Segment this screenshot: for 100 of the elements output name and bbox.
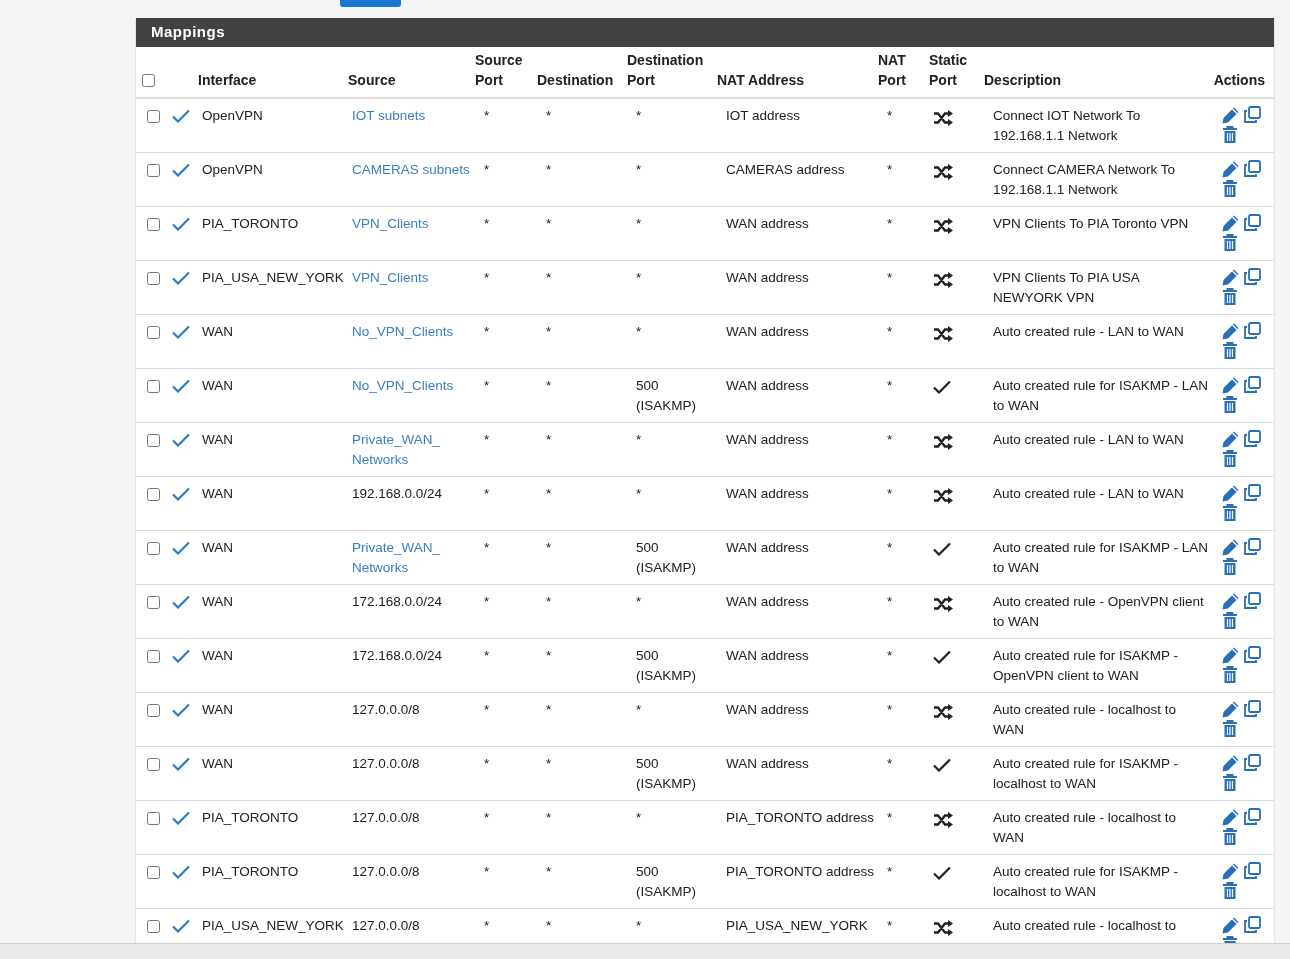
- nat-port-cell: *: [887, 161, 893, 177]
- copy-icon[interactable]: [1243, 483, 1261, 502]
- description-cell: Connect CAMERA Network To 192.168.1.1 Network: [993, 161, 1176, 197]
- column-header: Destination Port: [627, 51, 705, 90]
- select-all-checkbox[interactable]: [142, 74, 155, 87]
- source-port-cell: *: [484, 269, 490, 285]
- destination-cell: *: [546, 539, 552, 555]
- edit-icon[interactable]: [1221, 267, 1240, 287]
- source-link[interactable]: IOT subnets: [352, 106, 426, 126]
- edit-icon[interactable]: [1221, 537, 1240, 557]
- row-checkbox[interactable]: [147, 811, 160, 825]
- copy-icon[interactable]: [1243, 429, 1261, 448]
- edit-icon[interactable]: [1221, 699, 1240, 719]
- copy-icon[interactable]: [1243, 591, 1261, 610]
- nat-port-cell: *: [887, 431, 893, 447]
- nat-address-cell: PIA_TORONTO address: [726, 863, 875, 879]
- destination-port-cell-text: 500 (ISAKMP): [636, 754, 697, 793]
- edit-icon[interactable]: [1221, 321, 1240, 341]
- source-link[interactable]: VPN_Clients: [352, 267, 429, 288]
- row-checkbox[interactable]: [147, 865, 160, 879]
- row-checkbox[interactable]: [147, 163, 160, 177]
- copy-icon[interactable]: [1243, 753, 1261, 772]
- interface-cell: WAN: [202, 701, 233, 717]
- row-checkbox[interactable]: [147, 110, 160, 123]
- nat-address-cell: PIA_USA_NEW_YORK: [726, 917, 868, 933]
- destination-cell: *: [546, 323, 552, 339]
- edit-icon[interactable]: [1221, 591, 1240, 611]
- source-port-cell: *: [484, 539, 490, 555]
- destination-cell: *: [546, 269, 552, 285]
- destination-port-cell-text: *: [636, 322, 643, 341]
- interface-cell: PIA_TORONTO: [202, 215, 299, 231]
- edit-icon[interactable]: [1221, 213, 1240, 233]
- row-checkbox[interactable]: [147, 541, 160, 555]
- source-port-cell: *: [484, 755, 490, 771]
- destination-port-cell-text: *: [636, 700, 643, 719]
- source-cell: 172.168.0.0/24: [352, 647, 443, 663]
- nat-address-cell: WAN address: [726, 269, 809, 285]
- edit-icon[interactable]: [1221, 753, 1240, 773]
- edit-icon[interactable]: [1221, 915, 1240, 935]
- description-cell: Auto created rule - LAN to WAN: [993, 323, 1184, 339]
- description-cell: VPN Clients To PIA Toronto VPN: [993, 215, 1189, 231]
- source-link[interactable]: No_VPN_Clients: [352, 321, 454, 342]
- row-checkbox[interactable]: [147, 703, 160, 717]
- row-checkbox[interactable]: [147, 271, 160, 285]
- copy-icon[interactable]: [1243, 159, 1261, 178]
- column-header: Source Port: [475, 51, 524, 90]
- interface-cell: WAN: [202, 377, 233, 393]
- row-checkbox[interactable]: [147, 379, 160, 393]
- row-checkbox[interactable]: [147, 433, 160, 447]
- description-cell: Auto created rule - OpenVPN client to WAN: [993, 593, 1204, 629]
- copy-icon[interactable]: [1243, 537, 1261, 556]
- interface-cell: PIA_USA_NEW_YORK: [202, 917, 344, 933]
- edit-icon[interactable]: [1221, 429, 1240, 449]
- source-port-cell: *: [484, 215, 490, 231]
- row-checkbox[interactable]: [147, 217, 160, 231]
- copy-icon[interactable]: [1243, 915, 1261, 934]
- edit-icon[interactable]: [1221, 106, 1240, 125]
- copy-icon[interactable]: [1243, 861, 1261, 880]
- edit-icon[interactable]: [1221, 861, 1240, 881]
- nat-port-cell: *: [887, 323, 893, 339]
- source-link[interactable]: CAMERAS subnets: [352, 159, 470, 180]
- interface-cell: WAN: [202, 539, 233, 555]
- row-checkbox[interactable]: [147, 757, 160, 771]
- nat-port-cell: *: [887, 647, 893, 663]
- destination-cell: *: [546, 917, 552, 933]
- row-checkbox[interactable]: [147, 595, 160, 609]
- source-port-cell: *: [484, 917, 490, 933]
- copy-icon[interactable]: [1243, 807, 1261, 826]
- row-checkbox[interactable]: [147, 649, 160, 663]
- edit-icon[interactable]: [1221, 807, 1240, 827]
- nat-address-cell: WAN address: [726, 593, 809, 609]
- destination-cell: *: [546, 108, 552, 123]
- interface-cell: PIA_TORONTO: [202, 809, 299, 825]
- copy-icon[interactable]: [1243, 267, 1261, 286]
- description-cell: Auto created rule - LAN to WAN: [993, 431, 1184, 447]
- destination-cell: *: [546, 161, 552, 177]
- row-checkbox[interactable]: [147, 919, 160, 933]
- copy-icon[interactable]: [1243, 106, 1261, 124]
- nat-address-cell: WAN address: [726, 215, 809, 231]
- source-link[interactable]: Private_WAN_ Networks: [352, 537, 474, 578]
- copy-icon[interactable]: [1243, 321, 1261, 340]
- edit-icon[interactable]: [1221, 483, 1240, 503]
- edit-icon[interactable]: [1221, 645, 1240, 665]
- source-link[interactable]: Private_WAN_ Networks: [352, 429, 474, 470]
- source-link[interactable]: VPN_Clients: [352, 213, 429, 234]
- edit-icon[interactable]: [1221, 375, 1240, 395]
- row-checkbox[interactable]: [147, 487, 160, 501]
- copy-icon[interactable]: [1243, 375, 1261, 394]
- copy-icon[interactable]: [1243, 213, 1261, 232]
- row-checkbox[interactable]: [147, 325, 160, 339]
- source-link[interactable]: No_VPN_Clients: [352, 375, 454, 396]
- destination-port-cell-text: *: [636, 268, 643, 287]
- panel-title: Mappings: [151, 22, 225, 43]
- nat-port-cell: *: [887, 863, 893, 879]
- copy-icon[interactable]: [1243, 645, 1261, 664]
- edit-icon[interactable]: [1221, 159, 1240, 179]
- source-port-cell: *: [484, 377, 490, 393]
- source-cell: 127.0.0.0/8: [352, 917, 420, 933]
- copy-icon[interactable]: [1243, 699, 1261, 718]
- column-header: Description: [984, 71, 1061, 90]
